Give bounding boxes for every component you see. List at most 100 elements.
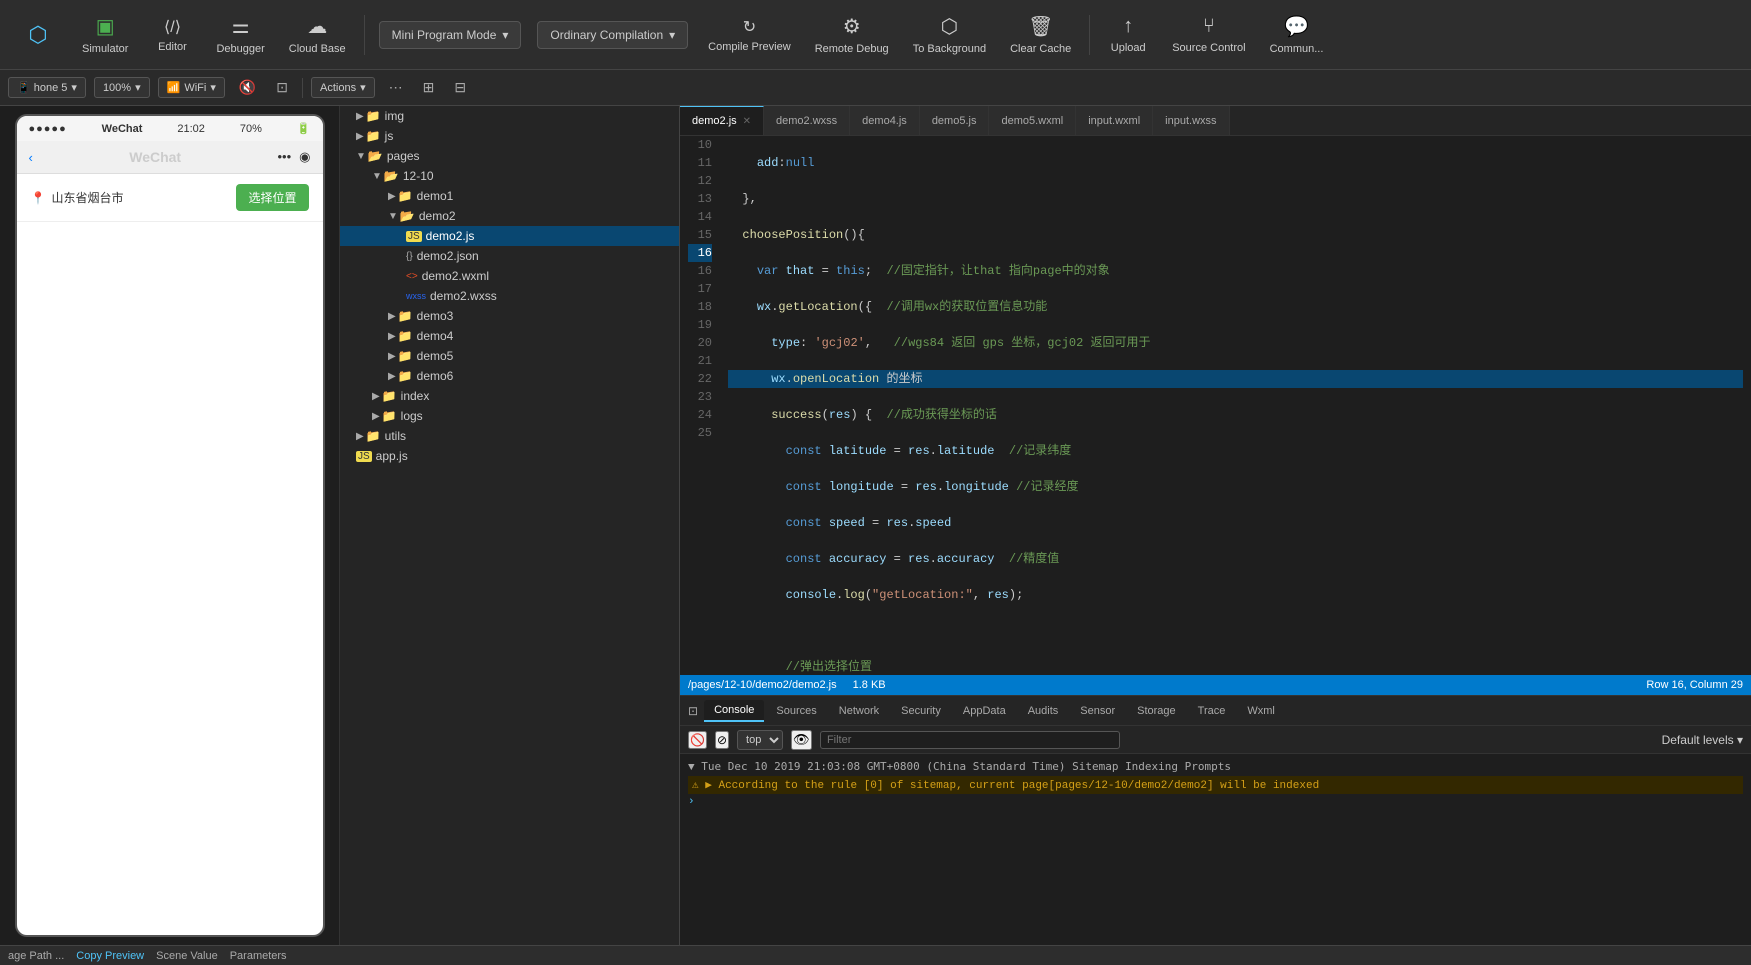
- tree-item-pages[interactable]: ▼ 📂 pages: [340, 146, 679, 166]
- tab-sources[interactable]: Sources: [766, 701, 826, 721]
- compile-label: Ordinary Compilation: [550, 28, 663, 42]
- folder-open-icon: 📂: [384, 169, 399, 183]
- tab-audits[interactable]: Audits: [1018, 701, 1069, 721]
- actions-btn[interactable]: Actions ▾: [311, 77, 375, 98]
- tree-item-appjs[interactable]: JS app.js: [340, 446, 679, 466]
- folder-open-icon: 📂: [368, 149, 383, 163]
- expand-warn-icon[interactable]: ▶: [705, 780, 712, 792]
- tree-item-demo2json[interactable]: {} demo2.json: [340, 246, 679, 266]
- toolbar-upload[interactable]: ↑ Upload: [1098, 11, 1158, 58]
- zoom-btn[interactable]: 100% ▾: [94, 77, 150, 98]
- console-levels-label[interactable]: Default levels ▾: [1662, 733, 1743, 747]
- toolbar-source-control[interactable]: ⑂ Source Control: [1162, 11, 1255, 58]
- cloudbase-label: Cloud Base: [289, 43, 346, 55]
- tab-demo2js[interactable]: demo2.js ✕: [680, 106, 764, 136]
- tree-item-demo2js[interactable]: JS demo2.js: [340, 226, 679, 246]
- toolbar-debugger[interactable]: ⚌ Debugger: [206, 10, 274, 59]
- chevron-right-icon: ▶: [388, 351, 396, 362]
- tab-storage[interactable]: Storage: [1127, 701, 1186, 721]
- mute-btn[interactable]: 🔇: [233, 76, 262, 99]
- toolbar-to-background[interactable]: ⬡ To Background: [903, 10, 996, 59]
- console-clear-btn[interactable]: 🚫: [688, 731, 707, 749]
- mini-mode-btn[interactable]: Mini Program Mode ▾: [379, 21, 522, 49]
- tree-item-logs[interactable]: ▶ 📁 logs: [340, 406, 679, 426]
- toolbar-compile-preview[interactable]: ↻ Compile Preview: [698, 13, 801, 57]
- tab-demo2wxss[interactable]: demo2.wxss: [764, 106, 850, 136]
- network-label: WiFi: [184, 82, 206, 94]
- clear-cache-icon: 🗑: [1028, 14, 1053, 39]
- tree-item-demo5[interactable]: ▶ 📁 demo5: [340, 346, 679, 366]
- toolbar-remote-debug[interactable]: ⚙ Remote Debug: [805, 10, 899, 59]
- actions-label: Actions: [320, 82, 356, 94]
- tab-trace[interactable]: Trace: [1188, 701, 1236, 721]
- tab-demo4js[interactable]: demo4.js: [850, 106, 920, 136]
- tree-item-demo6[interactable]: ▶ 📁 demo6: [340, 366, 679, 386]
- console-context-select[interactable]: top: [737, 730, 783, 750]
- copy-preview-link[interactable]: Copy Preview: [76, 950, 144, 962]
- editor-status-bar: /pages/12-10/demo2/demo2.js 1.8 KB Row 1…: [680, 675, 1751, 695]
- tree-label-demo1: demo1: [417, 189, 454, 203]
- toolbar-clear-cache[interactable]: 🗑 Clear Cache: [1000, 10, 1081, 59]
- tab-close-demo2js[interactable]: ✕: [743, 116, 751, 127]
- code-view[interactable]: 10 11 12 13 14 15 16 16 17 18 19 20: [680, 136, 1751, 675]
- scene-value-label: Scene Value: [156, 950, 218, 962]
- console-filter-input[interactable]: [820, 731, 1120, 749]
- editor-area: demo2.js ✕ demo2.wxss demo4.js demo5.js: [680, 106, 1751, 945]
- chevron-down-icon: ▼: [388, 211, 398, 222]
- tree-item-12-10[interactable]: ▼ 📂 12-10: [340, 166, 679, 186]
- tab-storage-label: Storage: [1137, 705, 1176, 717]
- js-file-icon: JS: [406, 231, 422, 242]
- toolbar-cloudbase[interactable]: ☁ Cloud Base: [279, 10, 356, 59]
- tab-appdata[interactable]: AppData: [953, 701, 1016, 721]
- layout-toggle-btn[interactable]: ⊞: [417, 76, 441, 99]
- tree-item-demo4[interactable]: ▶ 📁 demo4: [340, 326, 679, 346]
- tab-demo5js[interactable]: demo5.js: [920, 106, 990, 136]
- split-view-btn[interactable]: ⊟: [448, 76, 472, 99]
- compile-preview-label: Compile Preview: [708, 41, 791, 53]
- chevron-right-icon: ▶: [388, 331, 396, 342]
- console-eye-btn[interactable]: 👁: [791, 730, 812, 750]
- network-icon: 📶: [167, 81, 181, 94]
- upload-icon: ↑: [1123, 15, 1133, 38]
- tree-item-demo2wxml[interactable]: <> demo2.wxml: [340, 266, 679, 286]
- tab-input-wxss[interactable]: input.wxss: [1153, 106, 1229, 136]
- more-options-btn[interactable]: ⋯: [383, 76, 409, 99]
- expand-icon[interactable]: ▼: [688, 762, 695, 774]
- zoom-label: 100%: [103, 82, 131, 94]
- tab-security[interactable]: Security: [891, 701, 951, 721]
- console-prompt-line[interactable]: ›: [688, 794, 1743, 810]
- tab-label-demo4js: demo4.js: [862, 115, 907, 127]
- phone-battery: 70%: [240, 123, 262, 135]
- tab-console[interactable]: Console: [704, 700, 764, 722]
- console-block-btn[interactable]: ⊘: [715, 731, 729, 749]
- tree-label-demo2json: demo2.json: [417, 249, 479, 263]
- tree-item-img[interactable]: ▶ 📁 img: [340, 106, 679, 126]
- select-location-btn[interactable]: 选择位置: [236, 184, 308, 211]
- tab-input-wxml[interactable]: input.wxml: [1076, 106, 1153, 136]
- tab-network[interactable]: Network: [829, 701, 889, 721]
- nav-more-icon[interactable]: •••: [277, 149, 291, 165]
- second-toolbar: 📱 hone 5 ▾ 100% ▾ 📶 WiFi ▾ 🔇 ⊡ Actions ▾…: [0, 70, 1751, 106]
- phone-model-btn[interactable]: 📱 hone 5 ▾: [8, 77, 86, 98]
- toolbar-community[interactable]: 💬 Commun...: [1260, 10, 1334, 59]
- bottom-tabs: ⊡ Console Sources Network Secur: [680, 696, 1751, 726]
- tree-item-demo2wxss[interactable]: wxss demo2.wxss: [340, 286, 679, 306]
- compile-mode-btn[interactable]: Ordinary Compilation ▾: [537, 21, 688, 49]
- tree-item-utils[interactable]: ▶ 📁 utils: [340, 426, 679, 446]
- tree-item-demo3[interactable]: ▶ 📁 demo3: [340, 306, 679, 326]
- tree-item-js[interactable]: ▶ 📁 js: [340, 126, 679, 146]
- toolbar-editor[interactable]: ⟨/⟩ Editor: [142, 13, 202, 57]
- tree-item-index[interactable]: ▶ 📁 index: [340, 386, 679, 406]
- phone-battery-icon: 🔋: [297, 122, 311, 135]
- layout-btn[interactable]: ⊡: [270, 76, 294, 99]
- tree-label-logs: logs: [401, 409, 423, 423]
- toolbar-simulator[interactable]: ▣ Simulator: [72, 10, 138, 59]
- tab-sensor[interactable]: Sensor: [1070, 701, 1125, 721]
- tab-demo5wxml[interactable]: demo5.wxml: [989, 106, 1076, 136]
- tree-item-demo2[interactable]: ▼ 📂 demo2: [340, 206, 679, 226]
- tab-wxml[interactable]: Wxml: [1237, 701, 1285, 721]
- tree-item-demo1[interactable]: ▶ 📁 demo1: [340, 186, 679, 206]
- tab-sources-label: Sources: [776, 705, 816, 717]
- remote-debug-label: Remote Debug: [815, 43, 889, 55]
- network-btn[interactable]: 📶 WiFi ▾: [158, 77, 225, 98]
